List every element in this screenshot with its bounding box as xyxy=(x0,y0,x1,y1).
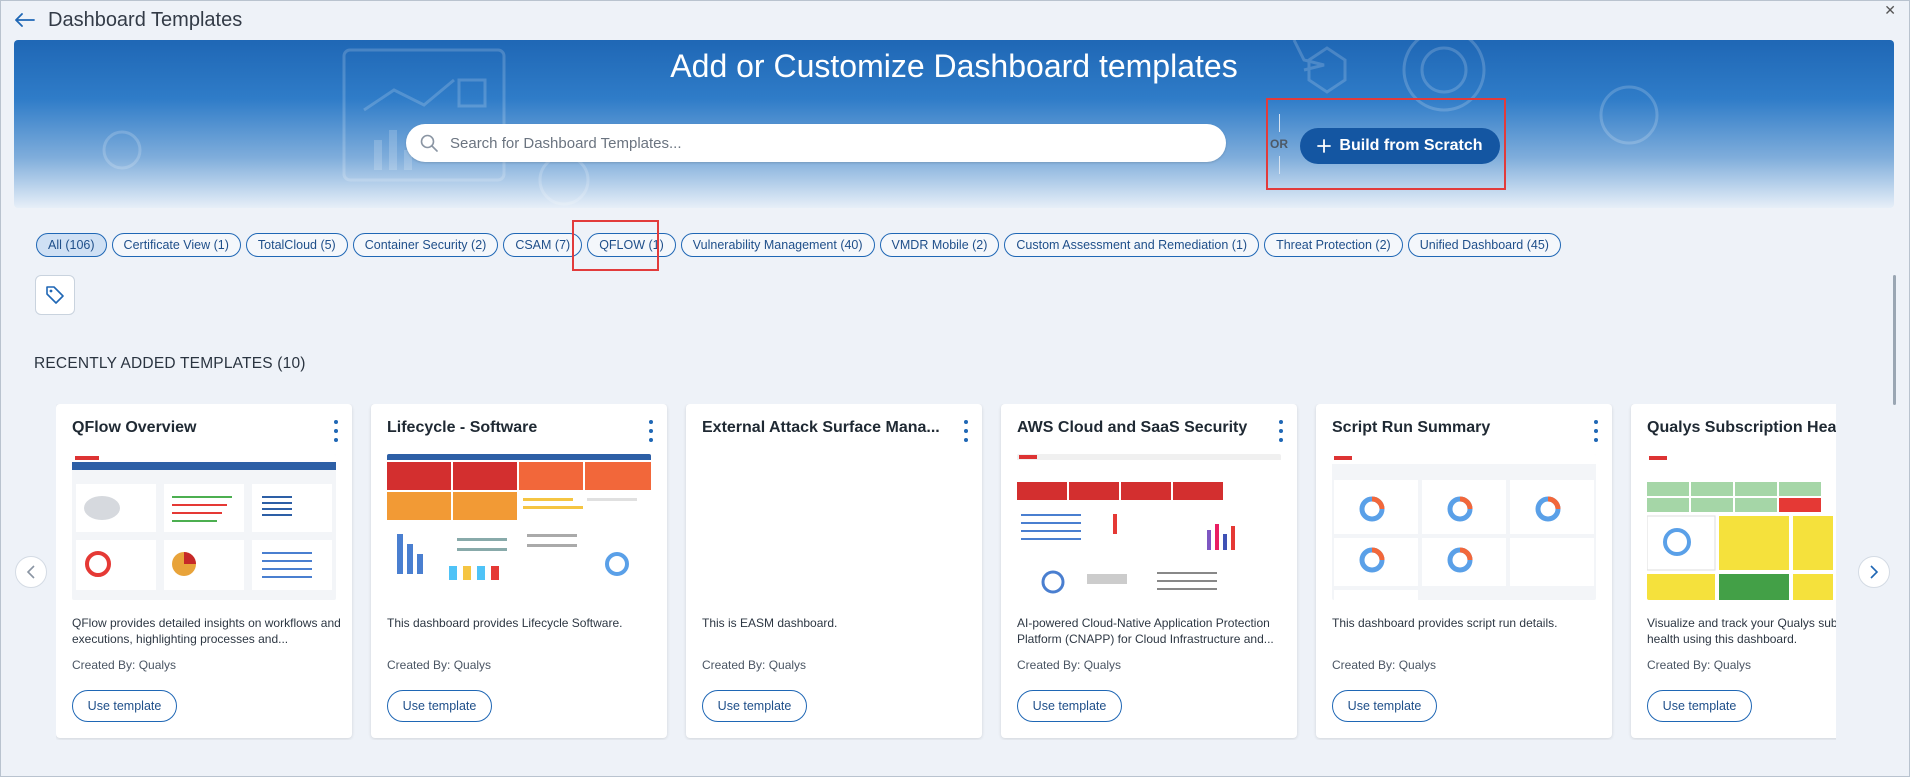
card-title: QFlow Overview xyxy=(72,419,197,436)
card-description: This dashboard provides script run detai… xyxy=(1332,616,1558,630)
kebab-menu-icon[interactable] xyxy=(1277,420,1285,442)
filter-chip-threat-protection[interactable]: Threat Protection (2) xyxy=(1264,233,1403,257)
close-icon[interactable]: ✕ xyxy=(1884,2,1896,19)
kebab-menu-icon[interactable] xyxy=(1592,420,1600,442)
card-title: AWS Cloud and SaaS Security xyxy=(1017,419,1248,436)
card-creator: Created By: Qualys xyxy=(72,658,177,672)
card-creator: Created By: Qualys xyxy=(702,658,807,672)
chevron-right-icon xyxy=(1870,565,1879,579)
filter-chip-all[interactable]: All (106) xyxy=(36,233,107,257)
card-creator: Created By: Qualys xyxy=(1332,658,1437,672)
filter-chip-custom-assessment[interactable]: Custom Assessment and Remediation (1) xyxy=(1004,233,1260,257)
filter-chip-container-security[interactable]: Container Security (2) xyxy=(352,233,499,257)
card-thumbnail xyxy=(1017,454,1281,600)
card-thumbnail xyxy=(72,454,336,600)
carousel-next-button[interactable] xyxy=(1858,556,1890,588)
template-card-script-run-summary[interactable]: Script Run Summary This dashboard provid… xyxy=(1316,404,1612,738)
template-card-subscription-health[interactable]: Qualys Subscription Health Visualize and… xyxy=(1631,404,1836,738)
recent-templates-title: RECENTLY ADDED TEMPLATES (10) xyxy=(34,355,306,372)
kebab-menu-icon[interactable] xyxy=(332,420,340,442)
hero-banner: Add or Customize Dashboard templates OR … xyxy=(14,40,1894,208)
hero-title: Add or Customize Dashboard templates xyxy=(670,48,1238,84)
template-card-aws-cloud-saas[interactable]: AWS Cloud and SaaS Security AI-powered C… xyxy=(1001,404,1297,738)
kebab-menu-icon[interactable] xyxy=(962,420,970,442)
card-thumbnail xyxy=(1647,454,1836,600)
carousel-prev-button[interactable] xyxy=(15,556,47,588)
filter-chip-csam[interactable]: CSAM (7) xyxy=(503,233,583,257)
template-card-lifecycle-software[interactable]: Lifecycle - Software This dashboard prov… xyxy=(371,404,667,738)
card-description: This dashboard provides Lifecycle Softwa… xyxy=(387,616,623,630)
card-title: Lifecycle - Software xyxy=(387,419,538,436)
chevron-left-icon xyxy=(26,565,35,579)
use-template-button[interactable]: Use template xyxy=(72,690,177,722)
template-card-easm[interactable]: External Attack Surface Mana... This is … xyxy=(686,404,982,738)
card-creator: Created By: Qualys xyxy=(1017,658,1122,672)
tag-icon xyxy=(46,286,64,304)
search-box[interactable] xyxy=(406,124,1226,162)
back-arrow-icon[interactable] xyxy=(14,9,36,31)
use-template-button[interactable]: Use template xyxy=(1017,690,1122,722)
use-template-button[interactable]: Use template xyxy=(1332,690,1437,722)
filter-chip-vmdr-mobile[interactable]: VMDR Mobile (2) xyxy=(879,233,1000,257)
build-button-highlight-box xyxy=(1266,98,1506,190)
vertical-scrollbar[interactable] xyxy=(1893,275,1896,405)
card-title: Script Run Summary xyxy=(1332,419,1491,436)
category-filters: All (106) Certificate View (1) TotalClou… xyxy=(36,233,1561,257)
filter-chip-totalcloud[interactable]: TotalCloud (5) xyxy=(245,233,348,257)
page-title: Dashboard Templates xyxy=(48,8,243,31)
filter-chip-unified-dashboard[interactable]: Unified Dashboard (45) xyxy=(1407,233,1561,257)
carousel-track: QFlow Overview QFlow provides detailed i… xyxy=(56,404,1836,738)
use-template-button[interactable]: Use template xyxy=(387,690,492,722)
tag-filter-button[interactable] xyxy=(35,275,75,315)
card-description: Visualize and track your Qualys subscrip… xyxy=(1647,616,1836,646)
filter-chip-certificate-view[interactable]: Certificate View (1) xyxy=(111,233,241,257)
use-template-button[interactable]: Use template xyxy=(1647,690,1752,722)
card-title: External Attack Surface Mana... xyxy=(702,419,940,436)
card-description: This is EASM dashboard. xyxy=(702,616,838,630)
card-title: Qualys Subscription Health xyxy=(1647,419,1836,436)
title-bar: Dashboard Templates xyxy=(14,6,242,34)
card-creator: Created By: Qualys xyxy=(387,658,492,672)
template-card-qflow-overview[interactable]: QFlow Overview QFlow provides detailed i… xyxy=(56,404,352,738)
search-input[interactable] xyxy=(450,134,1190,152)
search-icon xyxy=(420,134,438,152)
filter-chip-vulnerability-management[interactable]: Vulnerability Management (40) xyxy=(680,233,875,257)
card-creator: Created By: Qualys xyxy=(1647,658,1752,672)
card-thumbnail xyxy=(387,454,651,600)
card-description: AI-powered Cloud-Native Application Prot… xyxy=(1017,616,1274,646)
templates-carousel: QFlow Overview QFlow provides detailed i… xyxy=(56,404,1836,740)
qflow-chip-highlight-box xyxy=(572,220,659,271)
use-template-button[interactable]: Use template xyxy=(702,690,807,722)
card-description: QFlow provides detailed insights on work… xyxy=(72,616,341,646)
kebab-menu-icon[interactable] xyxy=(647,420,655,442)
card-thumbnail xyxy=(702,454,966,600)
card-thumbnail xyxy=(1332,454,1596,600)
